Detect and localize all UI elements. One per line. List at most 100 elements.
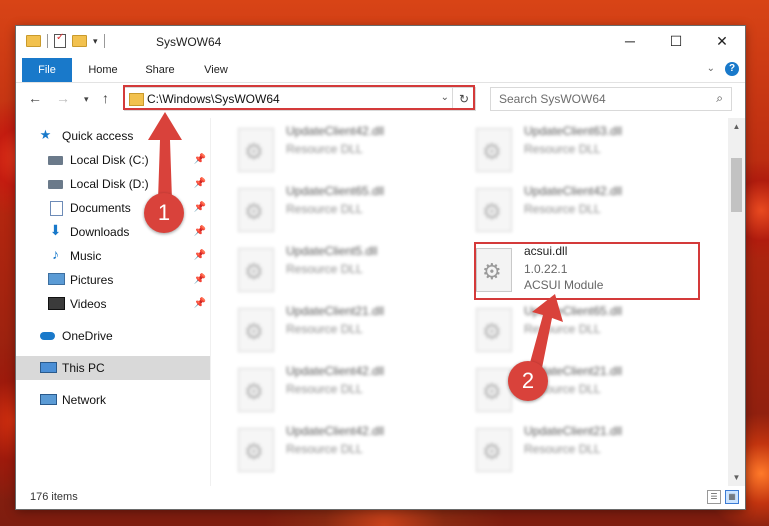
file-type: Resource DLL xyxy=(286,442,363,456)
nav-item-this-pc[interactable]: This PC xyxy=(16,356,210,380)
file-name: UpdateClient63.dll xyxy=(524,124,623,138)
videos-icon xyxy=(48,297,65,310)
scroll-down-icon[interactable]: ▼ xyxy=(728,469,745,486)
file-type: Resource DLL xyxy=(524,142,601,156)
nav-item-quick-access[interactable]: ★ Quick access xyxy=(16,124,210,148)
recent-locations-chevron-icon[interactable]: ▾ xyxy=(84,94,89,105)
step-1-badge: 1 xyxy=(144,193,184,233)
file-name: UpdateClient21.dll xyxy=(286,304,385,318)
pin-icon[interactable]: 📌 xyxy=(194,244,206,268)
file-type: Resource DLL xyxy=(286,322,363,336)
forward-arrow-icon[interactable]: → xyxy=(56,90,70,106)
dll-file-icon: ⚙ xyxy=(476,128,512,172)
properties-icon[interactable] xyxy=(54,32,66,48)
nav-item-label: Local Disk (D:) xyxy=(70,177,149,191)
file-tile[interactable]: ⚙ UpdateClient63.dll Resource DLL xyxy=(476,122,696,180)
new-folder-icon[interactable] xyxy=(72,35,87,47)
file-tile[interactable]: ⚙ UpdateClient42.dll Resource DLL xyxy=(238,422,458,480)
dll-file-icon: ⚙ xyxy=(238,248,274,292)
search-icon[interactable]: ⌕ xyxy=(716,91,723,106)
pin-icon[interactable]: 📌 xyxy=(194,148,206,172)
star-icon: ★ xyxy=(39,127,52,142)
address-dropdown-chevron-icon[interactable]: ⌄ xyxy=(441,92,449,103)
minimize-button[interactable]: ─ xyxy=(607,26,653,56)
file-tile[interactable]: ⚙ UpdateClient42.dll Resource DLL xyxy=(476,182,696,240)
nav-item-label: Downloads xyxy=(70,225,130,239)
details-view-icon[interactable]: ☰ xyxy=(707,490,721,504)
folder-icon xyxy=(129,93,144,106)
file-type: Resource DLL xyxy=(524,322,601,336)
vertical-scrollbar[interactable]: ▲ ▼ xyxy=(728,118,745,486)
file-tile[interactable]: ⚙ UpdateClient21.dll Resource DLL xyxy=(476,362,696,420)
tab-share[interactable]: Share xyxy=(134,58,186,82)
nav-item-music[interactable]: ♪ Music 📌 xyxy=(16,244,210,268)
file-tile[interactable]: ⚙ UpdateClient42.dll Resource DLL xyxy=(238,362,458,420)
nav-item-onedrive[interactable]: OneDrive xyxy=(16,324,210,348)
dll-file-icon: ⚙ xyxy=(238,308,274,352)
expand-ribbon-chevron-icon[interactable]: ⌄ xyxy=(707,63,715,74)
music-icon: ♪ xyxy=(52,246,59,262)
tiles-view-icon[interactable]: ▦ xyxy=(725,490,739,504)
nav-item-local-disk-c[interactable]: Local Disk (C:) 📌 xyxy=(16,148,210,172)
file-tile[interactable]: ⚙ UpdateClient65.dll Resource DLL xyxy=(476,302,696,360)
search-input[interactable]: Search SysWOW64 ⌕ xyxy=(490,87,732,111)
help-icon[interactable]: ? xyxy=(725,62,739,76)
file-tile[interactable]: ⚙ UpdateClient42.dll Resource DLL xyxy=(238,122,458,180)
up-arrow-icon[interactable]: ↑ xyxy=(102,90,109,106)
file-tile[interactable]: ⚙ UpdateClient21.dll Resource DLL xyxy=(238,302,458,360)
computer-icon xyxy=(40,362,57,373)
tab-view[interactable]: View xyxy=(192,58,240,82)
nav-item-label: This PC xyxy=(62,361,105,375)
maximize-button[interactable]: ☐ xyxy=(653,26,699,56)
scrollbar-thumb[interactable] xyxy=(731,158,742,212)
refresh-icon[interactable]: ↻ xyxy=(452,88,475,110)
pin-icon[interactable]: 📌 xyxy=(194,172,206,196)
dll-file-icon: ⚙ xyxy=(476,308,512,352)
dll-file-icon: ⚙ xyxy=(238,188,274,232)
cloud-icon xyxy=(40,332,55,340)
file-name: UpdateClient42.dll xyxy=(524,184,623,198)
title-bar: ▾ SysWOW64 ─ ☐ ✕ xyxy=(16,26,745,58)
file-name: UpdateClient42.dll xyxy=(286,364,385,378)
folder-icon xyxy=(26,35,41,47)
toolbar-divider xyxy=(47,34,48,48)
file-type: Resource DLL xyxy=(286,382,363,396)
file-tile[interactable]: ⚙ UpdateClient65.dll Resource DLL xyxy=(238,182,458,240)
disk-icon xyxy=(48,180,63,189)
file-name: UpdateClient42.dll xyxy=(286,424,385,438)
dll-file-icon: ⚙ xyxy=(476,428,512,472)
toolbar-divider xyxy=(103,34,105,48)
tab-file[interactable]: File xyxy=(22,58,72,82)
nav-item-label: Quick access xyxy=(62,129,134,143)
nav-item-label: Network xyxy=(62,393,107,407)
file-type: Resource DLL xyxy=(286,202,363,216)
address-row: ← → ▾ ↑ C:\Windows\SysWOW64 ⌄ ↻ Search S… xyxy=(16,84,745,114)
ribbon-tabs: File Home Share View ⌄ ? xyxy=(16,58,745,83)
customize-toolbar-chevron-icon[interactable]: ▾ xyxy=(93,36,98,47)
quick-access-toolbar: ▾ xyxy=(26,32,105,48)
tab-home[interactable]: Home xyxy=(78,58,128,82)
back-arrow-icon[interactable]: ← xyxy=(28,90,42,106)
nav-item-network[interactable]: Network xyxy=(16,388,210,412)
file-name: UpdateClient42.dll xyxy=(286,124,385,138)
file-name: UpdateClient65.dll xyxy=(524,304,623,318)
pin-icon[interactable]: 📌 xyxy=(194,268,206,292)
address-bar[interactable]: C:\Windows\SysWOW64 ⌄ ↻ xyxy=(124,87,476,111)
pin-icon[interactable]: 📌 xyxy=(194,292,206,316)
file-tile[interactable]: ⚙ UpdateClient5.dll Resource DLL xyxy=(238,242,458,300)
file-type: Resource DLL xyxy=(524,202,601,216)
file-tile[interactable]: ⚙ UpdateClient21.dll Resource DLL xyxy=(476,422,696,480)
nav-item-local-disk-d[interactable]: Local Disk (D:) 📌 xyxy=(16,172,210,196)
close-button[interactable]: ✕ xyxy=(699,26,745,56)
scroll-up-icon[interactable]: ▲ xyxy=(728,118,745,135)
pin-icon[interactable]: 📌 xyxy=(194,220,206,244)
pin-icon[interactable]: 📌 xyxy=(194,196,206,220)
nav-item-pictures[interactable]: Pictures 📌 xyxy=(16,268,210,292)
nav-item-label: Pictures xyxy=(70,273,114,287)
file-highlight-box xyxy=(474,242,700,300)
address-path[interactable]: C:\Windows\SysWOW64 xyxy=(147,92,280,106)
step-2-badge: 2 xyxy=(508,361,548,401)
nav-item-label: Local Disk (C:) xyxy=(70,153,149,167)
nav-item-videos[interactable]: Videos 📌 xyxy=(16,292,210,316)
item-count: 176 items xyxy=(30,491,78,503)
